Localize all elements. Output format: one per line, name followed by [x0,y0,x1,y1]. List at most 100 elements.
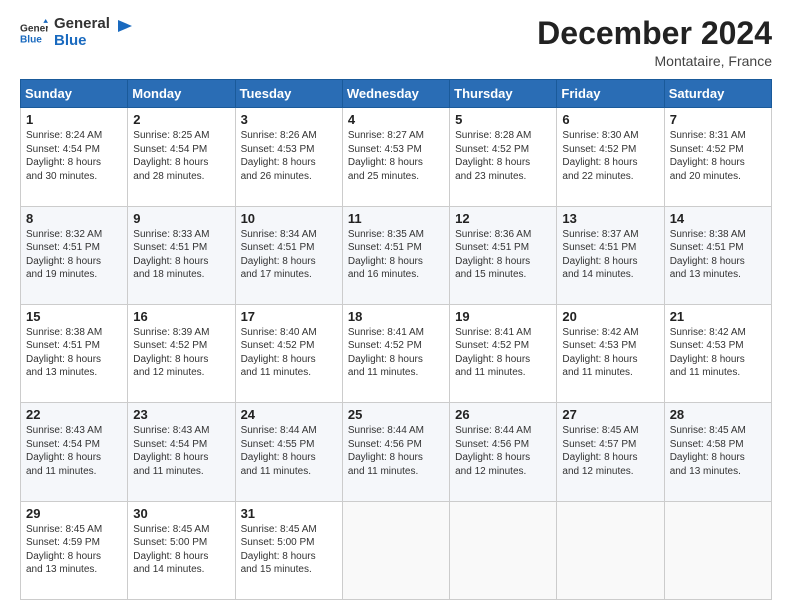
day-number: 31 [241,506,337,521]
day-number: 15 [26,309,122,324]
day-number: 17 [241,309,337,324]
day-of-week-header: Friday [557,80,664,108]
day-number: 24 [241,407,337,422]
day-number: 3 [241,112,337,127]
day-number: 2 [133,112,229,127]
calendar-cell: 9 Sunrise: 8:33 AMSunset: 4:51 PMDaylight… [128,206,235,304]
day-number: 10 [241,211,337,226]
calendar-cell: 30 Sunrise: 8:45 AMSunset: 5:00 PMDayligh… [128,501,235,599]
calendar-cell [557,501,664,599]
day-info: Sunrise: 8:36 AMSunset: 4:51 PMDaylight:… [455,228,551,282]
day-info: Sunrise: 8:45 AMSunset: 5:00 PMDaylight:… [133,523,229,577]
calendar-cell: 8Sunrise: 8:32 AMSunset: 4:51 PMDaylight… [21,206,128,304]
day-info: Sunrise: 8:42 AMSunset: 4:53 PMDaylight:… [670,326,766,380]
calendar-cell: 5 Sunrise: 8:28 AMSunset: 4:52 PMDaylight… [450,108,557,206]
calendar-cell: 12 Sunrise: 8:36 AMSunset: 4:51 PMDayligh… [450,206,557,304]
calendar-cell: 2 Sunrise: 8:25 AMSunset: 4:54 PMDaylight… [128,108,235,206]
day-info: Sunrise: 8:38 AMSunset: 4:51 PMDaylight:… [670,228,766,282]
calendar-cell: 28 Sunrise: 8:45 AMSunset: 4:58 PMDayligh… [664,403,771,501]
day-of-week-header: Monday [128,80,235,108]
day-info: Sunrise: 8:31 AMSunset: 4:52 PMDaylight:… [670,129,766,183]
day-info: Sunrise: 8:25 AMSunset: 4:54 PMDaylight:… [133,129,229,183]
calendar-cell: 4Sunrise: 8:27 AMSunset: 4:53 PMDaylight… [342,108,449,206]
svg-text:Blue: Blue [20,34,42,45]
calendar-cell: 18 Sunrise: 8:41 AMSunset: 4:52 PMDayligh… [342,304,449,402]
day-number: 20 [562,309,658,324]
calendar-cell: 14 Sunrise: 8:38 AMSunset: 4:51 PMDayligh… [664,206,771,304]
logo-blue: Blue [54,33,110,50]
day-number: 13 [562,211,658,226]
calendar-cell: 20Sunrise: 8:42 AMSunset: 4:53 PMDayligh… [557,304,664,402]
calendar-cell: 19 Sunrise: 8:41 AMSunset: 4:52 PMDayligh… [450,304,557,402]
calendar-cell: 16Sunrise: 8:39 AMSunset: 4:52 PMDayligh… [128,304,235,402]
title-block: December 2024 Montataire, France [537,16,772,69]
day-number: 7 [670,112,766,127]
day-info: Sunrise: 8:44 AMSunset: 4:55 PMDaylight:… [241,424,337,478]
day-info: Sunrise: 8:27 AMSunset: 4:53 PMDaylight:… [348,129,444,183]
logo-general: General [54,16,110,33]
day-number: 12 [455,211,551,226]
day-number: 14 [670,211,766,226]
calendar-cell: 24 Sunrise: 8:44 AMSunset: 4:55 PMDayligh… [235,403,342,501]
day-number: 5 [455,112,551,127]
calendar-header-row: SundayMondayTuesdayWednesdayThursdayFrid… [21,80,772,108]
calendar-cell: 23Sunrise: 8:43 AMSunset: 4:54 PMDayligh… [128,403,235,501]
day-number: 25 [348,407,444,422]
calendar-week-row: 15 Sunrise: 8:38 AMSunset: 4:51 PMDayligh… [21,304,772,402]
day-info: Sunrise: 8:33 AMSunset: 4:51 PMDaylight:… [133,228,229,282]
calendar-cell: 31 Sunrise: 8:45 AMSunset: 5:00 PMDayligh… [235,501,342,599]
day-number: 9 [133,211,229,226]
svg-text:General: General [20,23,48,34]
calendar-cell: 6Sunrise: 8:30 AMSunset: 4:52 PMDaylight… [557,108,664,206]
calendar-cell: 3 Sunrise: 8:26 AMSunset: 4:53 PMDaylight… [235,108,342,206]
day-info: Sunrise: 8:26 AMSunset: 4:53 PMDaylight:… [241,129,337,183]
calendar-cell: 10 Sunrise: 8:34 AMSunset: 4:51 PMDayligh… [235,206,342,304]
day-info: Sunrise: 8:37 AMSunset: 4:51 PMDaylight:… [562,228,658,282]
day-info: Sunrise: 8:45 AMSunset: 4:58 PMDaylight:… [670,424,766,478]
day-number: 30 [133,506,229,521]
calendar-cell: 22Sunrise: 8:43 AMSunset: 4:54 PMDayligh… [21,403,128,501]
day-info: Sunrise: 8:40 AMSunset: 4:52 PMDaylight:… [241,326,337,380]
day-info: Sunrise: 8:34 AMSunset: 4:51 PMDaylight:… [241,228,337,282]
calendar-cell: 21Sunrise: 8:42 AMSunset: 4:53 PMDayligh… [664,304,771,402]
calendar-cell: 1Sunrise: 8:24 AMSunset: 4:54 PMDaylight… [21,108,128,206]
calendar-cell: 11Sunrise: 8:35 AMSunset: 4:51 PMDayligh… [342,206,449,304]
day-number: 6 [562,112,658,127]
day-of-week-header: Saturday [664,80,771,108]
calendar-cell: 29 Sunrise: 8:45 AMSunset: 4:59 PMDayligh… [21,501,128,599]
day-number: 28 [670,407,766,422]
day-number: 27 [562,407,658,422]
day-info: Sunrise: 8:45 AMSunset: 4:59 PMDaylight:… [26,523,122,577]
day-of-week-header: Wednesday [342,80,449,108]
month-title: December 2024 [537,16,772,51]
day-info: Sunrise: 8:43 AMSunset: 4:54 PMDaylight:… [26,424,122,478]
calendar-cell: 27 Sunrise: 8:45 AMSunset: 4:57 PMDayligh… [557,403,664,501]
calendar-week-row: 22Sunrise: 8:43 AMSunset: 4:54 PMDayligh… [21,403,772,501]
day-of-week-header: Thursday [450,80,557,108]
logo-icon: General Blue [20,19,48,47]
day-info: Sunrise: 8:41 AMSunset: 4:52 PMDaylight:… [455,326,551,380]
day-info: Sunrise: 8:28 AMSunset: 4:52 PMDaylight:… [455,129,551,183]
day-info: Sunrise: 8:24 AMSunset: 4:54 PMDaylight:… [26,129,122,183]
calendar-cell: 17 Sunrise: 8:40 AMSunset: 4:52 PMDayligh… [235,304,342,402]
day-number: 18 [348,309,444,324]
day-info: Sunrise: 8:35 AMSunset: 4:51 PMDaylight:… [348,228,444,282]
day-info: Sunrise: 8:45 AMSunset: 4:57 PMDaylight:… [562,424,658,478]
day-info: Sunrise: 8:45 AMSunset: 5:00 PMDaylight:… [241,523,337,577]
day-number: 29 [26,506,122,521]
calendar-cell: 7 Sunrise: 8:31 AMSunset: 4:52 PMDaylight… [664,108,771,206]
calendar-week-row: 1Sunrise: 8:24 AMSunset: 4:54 PMDaylight… [21,108,772,206]
day-number: 26 [455,407,551,422]
day-number: 8 [26,211,122,226]
day-number: 19 [455,309,551,324]
calendar-cell: 26 Sunrise: 8:44 AMSunset: 4:56 PMDayligh… [450,403,557,501]
calendar-cell: 25Sunrise: 8:44 AMSunset: 4:56 PMDayligh… [342,403,449,501]
calendar-cell [664,501,771,599]
calendar-cell [450,501,557,599]
calendar-cell: 13 Sunrise: 8:37 AMSunset: 4:51 PMDayligh… [557,206,664,304]
day-info: Sunrise: 8:41 AMSunset: 4:52 PMDaylight:… [348,326,444,380]
day-info: Sunrise: 8:44 AMSunset: 4:56 PMDaylight:… [455,424,551,478]
day-number: 16 [133,309,229,324]
day-number: 23 [133,407,229,422]
day-info: Sunrise: 8:38 AMSunset: 4:51 PMDaylight:… [26,326,122,380]
